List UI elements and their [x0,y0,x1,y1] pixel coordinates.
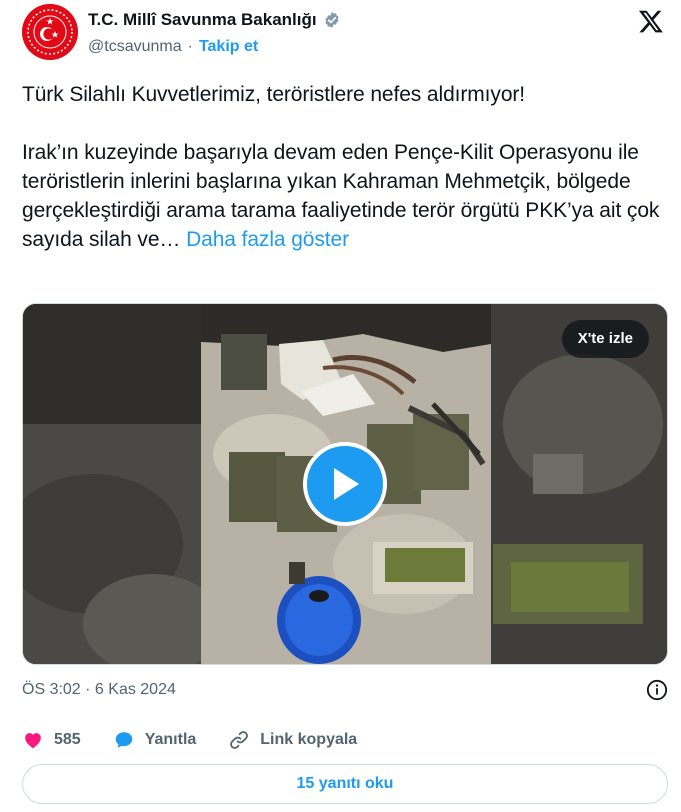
tweet-header: T.C. Millî Savunma Bakanlığı @tcsavunma … [22,4,668,60]
reply-bubble-icon [115,732,132,748]
tweet-headline: Türk Silahlı Kuvvetlerimiz, teröristlere… [22,83,526,106]
copy-link-button[interactable]: Link kopyala [228,729,357,751]
follow-button[interactable]: Takip et [199,38,258,56]
link-icon [230,731,249,749]
info-icon[interactable] [646,679,668,701]
copy-link-label: Link kopyala [260,731,358,748]
show-more-link[interactable]: Daha fazla göster [186,228,349,251]
separator-dot: · [187,38,193,55]
account-name[interactable]: T.C. Millî Savunma Bakanlığı [88,10,317,30]
play-icon [334,468,359,500]
like-button[interactable]: 585 [22,729,81,751]
reply-button[interactable]: Yanıtla [113,729,197,751]
handle-row: @tcsavunma · Takip et [88,38,258,56]
tweet-text: Türk Silahlı Kuvvetlerimiz, teröristlere… [22,80,672,254]
tweet-meta: ÖS 3:02 · 6 Kas 2024 [22,678,668,702]
tweet-body: Irak’ın kuzeyinde başarıyla devam eden P… [22,138,672,254]
avatar[interactable] [22,4,78,60]
account-name-row: T.C. Millî Savunma Bakanlığı [88,10,341,30]
tweet-actions: 585 Yanıtla Link kopyala [22,725,389,755]
verified-badge-icon [325,12,339,28]
reply-label: Yanıtla [144,731,197,748]
x-logo-icon[interactable] [638,8,664,34]
account-handle[interactable]: @tcsavunma [88,38,182,56]
watch-on-x-button[interactable]: X'te izle [561,320,649,358]
timestamp[interactable]: ÖS 3:02 · 6 Kas 2024 [22,681,176,699]
video-player[interactable]: X'te izle [22,303,668,665]
like-count: 585 [54,731,81,748]
ministry-emblem-icon [22,4,78,60]
heart-icon [25,733,41,749]
play-button[interactable] [303,442,387,526]
read-replies-button[interactable]: 15 yanıtı oku [22,764,668,804]
